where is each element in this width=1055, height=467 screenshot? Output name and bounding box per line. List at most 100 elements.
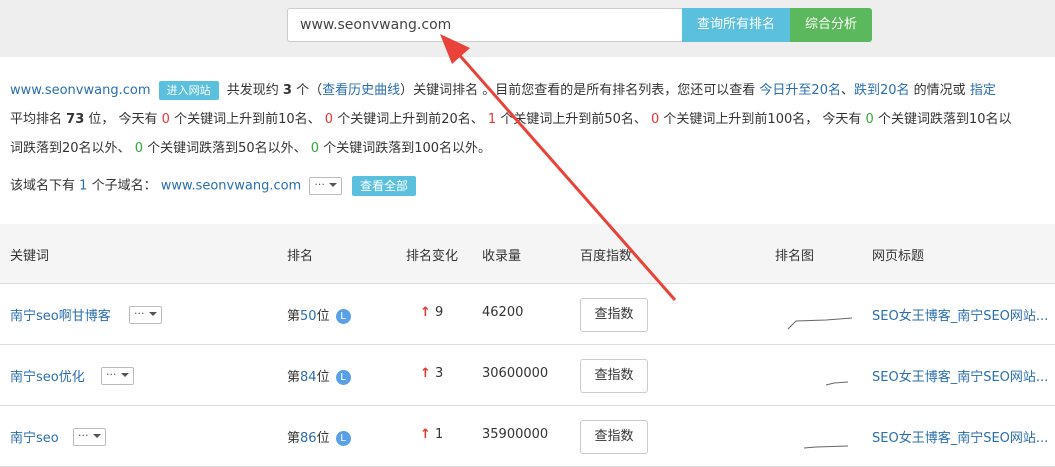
clock-icon[interactable]: L bbox=[335, 370, 351, 385]
page-title-link[interactable]: SEO女王博客_南宁SEO网站... bbox=[872, 305, 1048, 324]
rank-change-value: 1 bbox=[435, 427, 444, 442]
page-title-link[interactable]: SEO女王博客_南宁SEO网站... bbox=[872, 427, 1048, 446]
today-up-link[interactable]: 今日升至20名 bbox=[759, 83, 841, 98]
subdomain-link[interactable]: www.seonvwang.com bbox=[161, 179, 301, 194]
ranking-summary: www.seonvwang.com 进入网站 共发现约 3 个（查看历史曲线）关… bbox=[10, 76, 1055, 163]
domain-link[interactable]: www.seonvwang.com bbox=[10, 83, 150, 98]
keyword-dropdown[interactable]: ··· bbox=[129, 306, 162, 324]
table-row: 南宁seo啊甘博客 ··· 第50位 L ↑ 9 46200 查指数 SEO女王博… bbox=[0, 284, 1055, 345]
count-value: 0 bbox=[134, 141, 143, 156]
page-title-link[interactable]: SEO女王博客_南宁SEO网站... bbox=[872, 366, 1048, 385]
keyword-link[interactable]: 南宁seo bbox=[10, 427, 59, 446]
more-icon: ··· bbox=[314, 178, 325, 191]
search-input[interactable]: www.seonvwang.com bbox=[287, 8, 683, 42]
specify-link[interactable]: 指定 bbox=[970, 83, 996, 98]
query-all-rankings-button[interactable]: 查询所有排名 bbox=[682, 8, 790, 42]
rank-sparkline[interactable] bbox=[786, 359, 856, 393]
summary-text: 词跌落到20名以外、 bbox=[10, 141, 131, 156]
summary-text: 个关键词跌落到10名以 bbox=[877, 112, 1012, 127]
summary-text: 个（ bbox=[296, 83, 323, 98]
check-index-button[interactable]: 查指数 bbox=[580, 359, 648, 393]
summary-text: 共发现约 bbox=[226, 83, 279, 98]
rank-number: 84 bbox=[300, 370, 317, 385]
indexed-volume: 46200 bbox=[482, 305, 524, 320]
chevron-down-icon bbox=[92, 434, 101, 438]
analysis-button[interactable]: 综合分析 bbox=[790, 8, 872, 42]
column-header-rank[interactable]: 排名 bbox=[287, 245, 313, 264]
keyword-link[interactable]: 南宁seo啊甘博客 bbox=[10, 305, 111, 324]
column-header-volume[interactable]: 收录量 bbox=[482, 245, 521, 264]
count-value: 0 bbox=[161, 112, 170, 127]
summary-text: 的情况或 bbox=[913, 83, 966, 98]
up-arrow-icon: ↑ bbox=[420, 305, 431, 320]
up-arrow-icon: ↑ bbox=[420, 366, 431, 381]
chevron-down-icon bbox=[148, 312, 157, 316]
table-row: 南宁seo ··· 第86位 L ↑ 1 35900000 查指数 SEO女王博客… bbox=[0, 406, 1055, 467]
column-header-rank-chart: 排名图 bbox=[775, 249, 815, 264]
count-value: 0 bbox=[324, 112, 334, 127]
summary-text: 个关键词上升到前10名、 bbox=[174, 112, 321, 127]
up-arrow-icon: ↑ bbox=[420, 427, 431, 442]
history-curve-link[interactable]: 查看历史曲线 bbox=[322, 83, 400, 98]
rank-prefix: 第 bbox=[287, 309, 301, 324]
subdomain-text: 该域名下有 bbox=[10, 178, 76, 194]
separator: 、 bbox=[840, 83, 854, 98]
table-row: 南宁seo优化 ··· 第84位 L ↑ 3 30600000 查指数 SEO女王… bbox=[0, 345, 1055, 406]
count-value: 0 bbox=[310, 141, 320, 156]
keyword-dropdown[interactable]: ··· bbox=[101, 367, 134, 385]
rank-change: ↑ 9 bbox=[420, 305, 443, 320]
subdomain-line: 该域名下有 1 个子域名： www.seonvwang.com ··· 查看全部 bbox=[10, 176, 417, 197]
rank-value: 第84位 L bbox=[287, 366, 351, 385]
rank-number: 50 bbox=[300, 309, 317, 324]
rank-change: ↑ 3 bbox=[420, 366, 443, 381]
table-header: 关键词 排名 排名变化 收录量 百度指数 排名图 网页标题 bbox=[0, 224, 1055, 284]
subdomain-dropdown[interactable]: ··· bbox=[309, 177, 342, 195]
rank-sparkline[interactable] bbox=[786, 298, 856, 332]
keyword-link[interactable]: 南宁seo优化 bbox=[10, 366, 85, 385]
check-index-button[interactable]: 查指数 bbox=[580, 298, 648, 332]
chevron-down-icon bbox=[120, 373, 129, 377]
column-header-page-title: 网页标题 bbox=[872, 249, 925, 264]
check-index-button[interactable]: 查指数 bbox=[580, 420, 648, 454]
count-value: 0 bbox=[865, 112, 874, 127]
rank-prefix: 第 bbox=[287, 431, 301, 446]
subdomain-text: 个子域名： bbox=[91, 178, 157, 194]
avg-rank-value: 73 bbox=[66, 112, 85, 127]
keyword-dropdown[interactable]: ··· bbox=[73, 428, 106, 446]
column-header-keyword[interactable]: 关键词 bbox=[10, 245, 49, 264]
summary-text: ）关键词排名 。目前您查看的是所有排名列表，您还可以查看 bbox=[400, 83, 756, 98]
count-value: 0 bbox=[651, 112, 660, 127]
summary-text: 个关键词上升到前100名， 今天有 bbox=[663, 112, 862, 127]
rank-suffix: 位 bbox=[316, 309, 330, 324]
summary-text: 个关键词上升到前50名、 bbox=[500, 112, 647, 127]
indexed-volume: 30600000 bbox=[482, 366, 549, 381]
rank-suffix: 位 bbox=[316, 370, 330, 385]
rank-change: ↑ 1 bbox=[420, 427, 443, 442]
count-value: 1 bbox=[487, 112, 497, 127]
drop-link[interactable]: 跌到20名 bbox=[854, 83, 910, 98]
rank-change-value: 9 bbox=[435, 305, 444, 320]
summary-text: 位， 今天有 bbox=[88, 112, 158, 127]
clock-icon[interactable]: L bbox=[335, 431, 351, 446]
clock-icon[interactable]: L bbox=[335, 309, 351, 324]
keyword-count: 3 bbox=[282, 83, 292, 98]
rank-prefix: 第 bbox=[287, 370, 301, 385]
rank-sparkline[interactable] bbox=[786, 420, 856, 454]
column-header-baidu-index: 百度指数 bbox=[580, 249, 633, 264]
rank-suffix: 位 bbox=[316, 431, 330, 446]
avg-rank-label: 平均排名 bbox=[10, 112, 63, 127]
rank-value: 第86位 L bbox=[287, 427, 351, 446]
summary-text: 个关键词上升到前20名、 bbox=[337, 112, 484, 127]
chevron-down-icon bbox=[328, 183, 337, 187]
indexed-volume: 35900000 bbox=[482, 427, 549, 442]
top-search-bar: www.seonvwang.com 查询所有排名 综合分析 bbox=[0, 0, 1055, 57]
view-all-button[interactable]: 查看全部 bbox=[352, 176, 417, 196]
subdomain-count: 1 bbox=[79, 178, 88, 194]
column-header-rank-change[interactable]: 排名变化 bbox=[406, 245, 458, 264]
rank-number: 86 bbox=[300, 431, 317, 446]
summary-text: 个关键词跌落到50名以外、 bbox=[147, 141, 307, 156]
rank-value: 第50位 L bbox=[287, 305, 351, 324]
summary-text: 个关键词跌落到100名以外。 bbox=[323, 141, 492, 156]
enter-site-button[interactable]: 进入网站 bbox=[158, 81, 219, 100]
rank-change-value: 3 bbox=[435, 366, 444, 381]
